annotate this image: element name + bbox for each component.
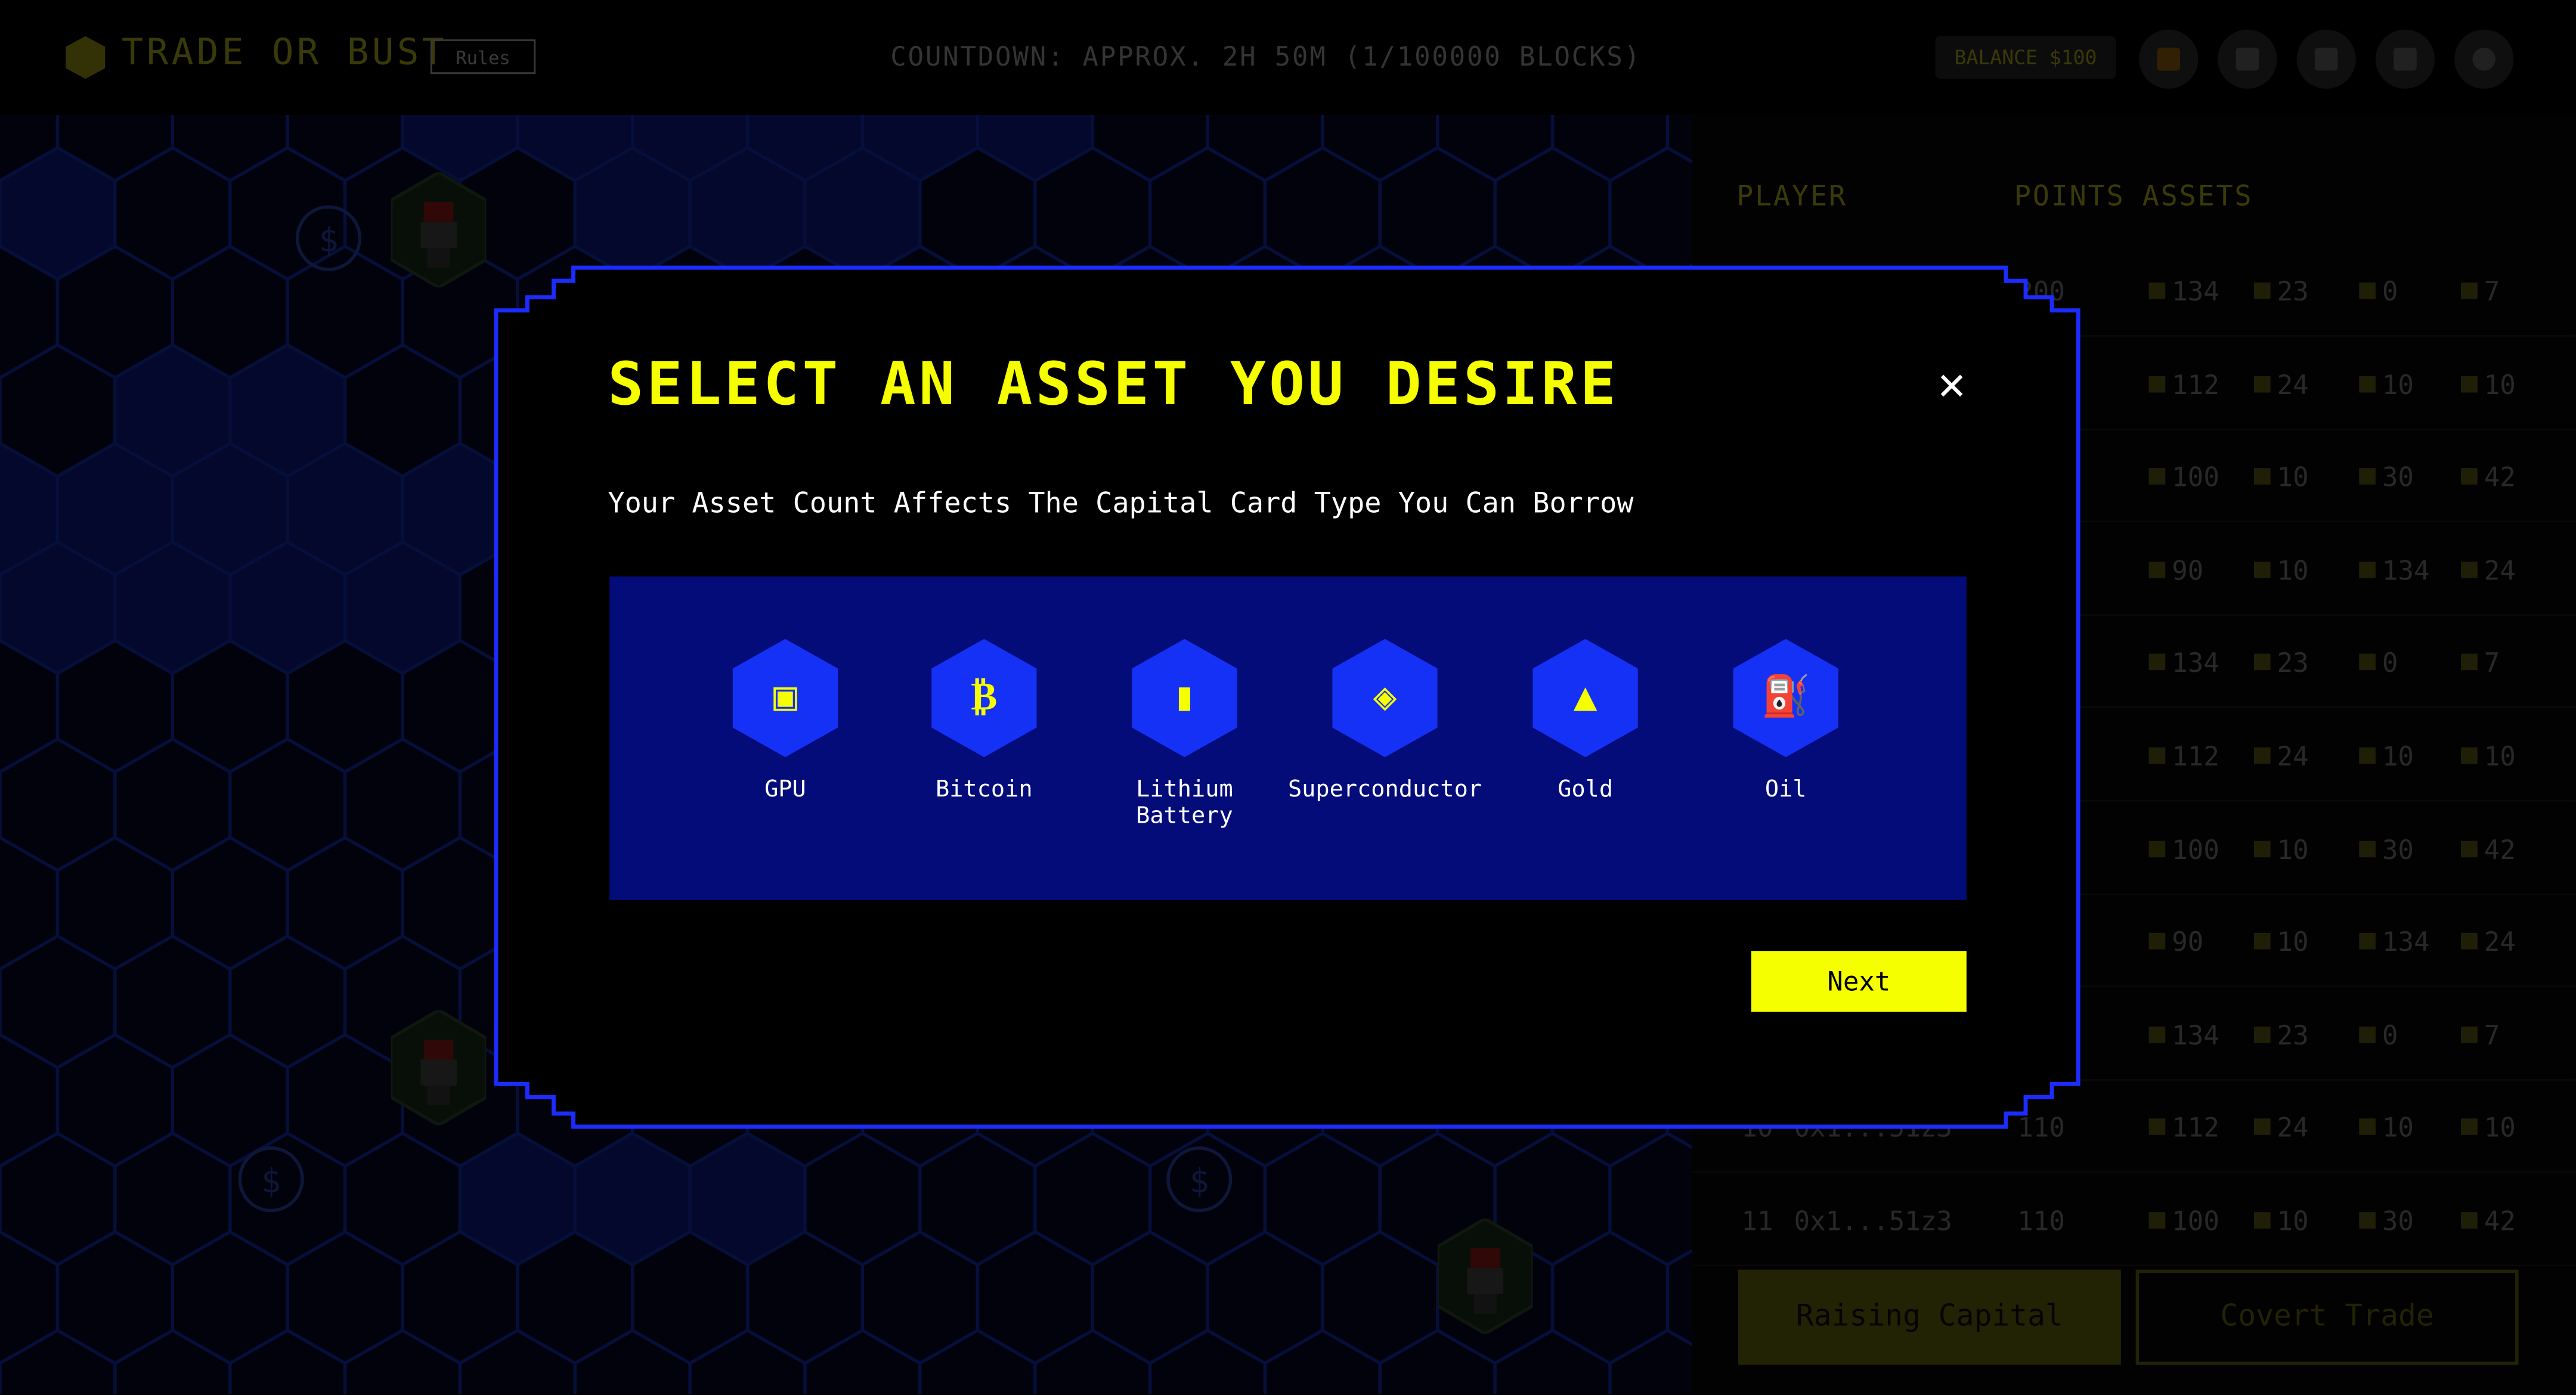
next-button[interactable]: Next: [1751, 951, 1967, 1012]
asset-option-gpu[interactable]: ▣ GPU: [687, 638, 884, 803]
asset-options-panel: ▣ GPU ₿ Bitcoin ▮ Lithium Battery ◈ Supe…: [609, 576, 1967, 900]
close-icon[interactable]: ✕: [1928, 361, 1974, 407]
asset-option-oil[interactable]: ⛽ Oil: [1687, 638, 1884, 803]
asset-option-lithium-battery[interactable]: ▮ Lithium Battery: [1086, 638, 1283, 830]
modal-title: SELECT AN ASSET YOU DESIRE: [608, 351, 1620, 419]
superconductor-icon: ◈: [1373, 673, 1397, 720]
asset-option-bitcoin[interactable]: ₿ Bitcoin: [886, 638, 1083, 803]
modal-subtitle: Your Asset Count Affects The Capital Car…: [608, 488, 1634, 521]
asset-option-gold[interactable]: ▲ Gold: [1487, 638, 1684, 803]
bitcoin-icon: ₿: [971, 673, 998, 720]
gold-icon: ▲: [1573, 673, 1597, 720]
battery-icon: ▮: [1172, 673, 1197, 720]
gpu-icon: ▣: [773, 673, 797, 720]
asset-option-superconductor[interactable]: ◈ Superconductor: [1286, 638, 1484, 803]
oil-icon: ⛽: [1761, 673, 1810, 720]
